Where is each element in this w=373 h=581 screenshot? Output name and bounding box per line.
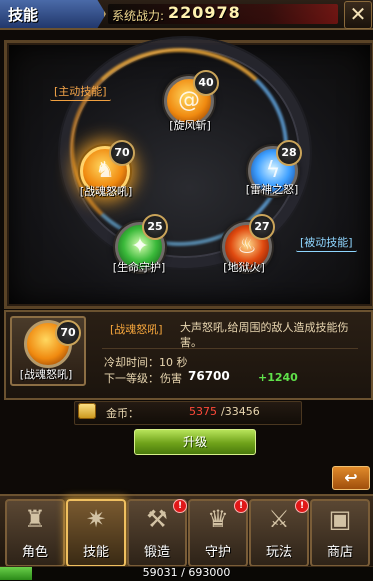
skill-label: [生命守护] [112, 261, 166, 274]
detail-skill-name: [战魂怒吼] [110, 323, 163, 336]
damage-label: 伤害 [160, 372, 182, 385]
power-label: 系统战力: [112, 9, 165, 23]
skill-label: [地狱火] [223, 261, 265, 274]
skill-level-badge: 40 [193, 70, 219, 96]
selected-skill-label: [战魂怒吼] [19, 368, 73, 381]
skill-book-icon: ✷ [85, 505, 107, 533]
close-icon: ✕ [349, 2, 367, 26]
upgrade-button[interactable]: 升级 [134, 429, 256, 455]
skill-label: [雷神之怒] [245, 183, 299, 196]
gold-coin-icon [78, 403, 96, 419]
gold-label: 金币： [106, 407, 139, 420]
damage-bonus: +1240 [258, 371, 298, 384]
skill-label: [战魂怒吼] [79, 185, 133, 198]
nav-label: 玩法 [265, 545, 292, 560]
alert-badge: ! [173, 499, 187, 513]
power-value: 220978 [168, 3, 241, 22]
nav-character[interactable]: ♜ 角色 [5, 499, 65, 567]
skill-level-badge: 25 [142, 214, 168, 240]
return-arrow-icon: ↩ [344, 468, 358, 487]
next-level-label: 下一等级： [104, 372, 159, 385]
skill-label: [旋风斩] [169, 119, 211, 132]
skill-level-badge: 27 [249, 214, 275, 240]
detail-divider [102, 348, 358, 349]
selected-skill-level: 70 [55, 320, 81, 346]
nav-label: 守护 [204, 545, 231, 560]
detail-description: 大声怒吼,给周围的敌人造成技能伤害。 [180, 321, 349, 349]
treasure-chest-icon: ▣ [328, 505, 352, 533]
gold-required: /33456 [221, 405, 260, 418]
alert-badge: ! [234, 499, 248, 513]
exp-text: 59031 / 693000 [142, 566, 231, 579]
close-button[interactable]: ✕ [344, 1, 372, 29]
nav-skills[interactable]: ✷ 技能 [66, 499, 126, 567]
page-title: 技能 [8, 6, 39, 24]
skill-level-badge: 70 [109, 140, 135, 166]
helmet-icon: ♜ [24, 505, 46, 533]
nav-label: 商店 [326, 545, 353, 560]
skill-level-badge: 28 [276, 140, 302, 166]
gold-current: 5375 [189, 405, 217, 418]
nav-label: 技能 [82, 545, 109, 560]
nav-label: 角色 [21, 545, 48, 560]
alert-badge: ! [295, 499, 309, 513]
passive-skill-tag: [被动技能] [296, 233, 357, 252]
back-button[interactable]: ↩ [332, 466, 370, 490]
damage-value: 76700 [188, 369, 230, 383]
cooldown-text: 冷却时间：10 秒 [104, 356, 188, 369]
nav-shop[interactable]: ▣ 商店 [310, 499, 370, 567]
active-skill-tag: [主动技能] [50, 82, 111, 101]
nav-label: 锻造 [143, 545, 170, 560]
